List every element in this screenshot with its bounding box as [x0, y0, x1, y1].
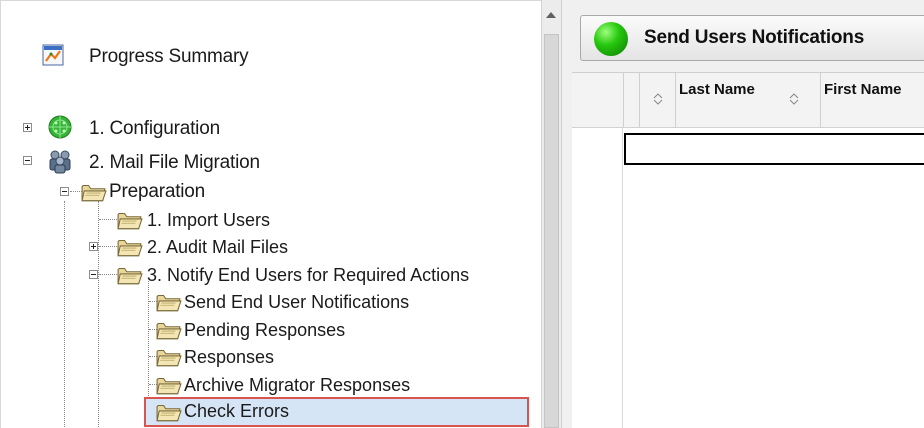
tree-item-label: 2. Audit Mail Files — [147, 237, 289, 257]
tree-item-label: Preparation — [109, 181, 206, 202]
expand-plus-icon[interactable] — [23, 123, 32, 132]
tree-item-label: Archive Migrator Responses — [184, 375, 411, 395]
tree-item-label: Send End User Notifications — [184, 292, 410, 312]
green-status-icon — [594, 22, 628, 56]
content-panel: Send Users Notifications Last Name First… — [572, 0, 924, 428]
sort-icon[interactable] — [652, 91, 664, 112]
tree-connector — [148, 281, 149, 406]
folder-icon — [156, 374, 182, 396]
sort-icon[interactable] — [788, 91, 800, 112]
toolbar: Send Users Notifications — [572, 0, 924, 73]
folder-icon — [81, 181, 107, 203]
tree-connector — [98, 201, 99, 428]
send-users-notifications-label: Send Users Notifications — [644, 27, 865, 48]
tree-item-label: Pending Responses — [184, 320, 346, 340]
row-indicator-column — [572, 128, 623, 428]
folder-icon — [156, 319, 182, 341]
navigation-tree: Progress Summary 1. Configuration 2. Mai… — [0, 0, 541, 428]
expand-plus-icon[interactable] — [89, 242, 98, 251]
progress-summary-icon — [41, 43, 65, 72]
column-header-first-name[interactable]: First Name — [824, 81, 902, 98]
users-group-icon — [47, 148, 73, 179]
tree-connector — [64, 201, 65, 428]
tree-item-label: Progress Summary — [89, 46, 249, 67]
folder-icon — [156, 291, 182, 313]
tree-item-label: 1. Configuration — [89, 118, 220, 139]
scrollbar-thumb[interactable] — [544, 34, 559, 428]
tree-item-label: 1. Import Users — [147, 210, 271, 230]
folder-icon — [117, 209, 143, 231]
new-row-editor[interactable] — [624, 133, 924, 165]
panel-splitter[interactable] — [561, 0, 572, 428]
globe-icon — [47, 114, 73, 145]
column-header-last-name[interactable]: Last Name — [679, 81, 755, 98]
tree-scrollbar[interactable] — [541, 0, 561, 428]
send-users-notifications-button[interactable]: Send Users Notifications — [580, 15, 924, 61]
folder-icon — [117, 236, 143, 258]
collapse-minus-icon[interactable] — [60, 187, 69, 196]
collapse-minus-icon[interactable] — [89, 270, 98, 279]
folder-icon — [156, 346, 182, 368]
grid-body[interactable] — [572, 128, 924, 428]
folder-icon — [156, 401, 182, 423]
tree-item-label: 2. Mail File Migration — [89, 152, 260, 173]
tree-item-label: 3. Notify End Users for Required Actions — [147, 265, 470, 285]
scroll-up-arrow-icon[interactable] — [546, 12, 556, 18]
collapse-minus-icon[interactable] — [23, 156, 32, 165]
grid-header: Last Name First Name — [572, 73, 924, 128]
tree-item-label: Responses — [184, 347, 275, 367]
tree-item-label: Check Errors — [184, 401, 290, 421]
folder-icon — [117, 264, 143, 286]
